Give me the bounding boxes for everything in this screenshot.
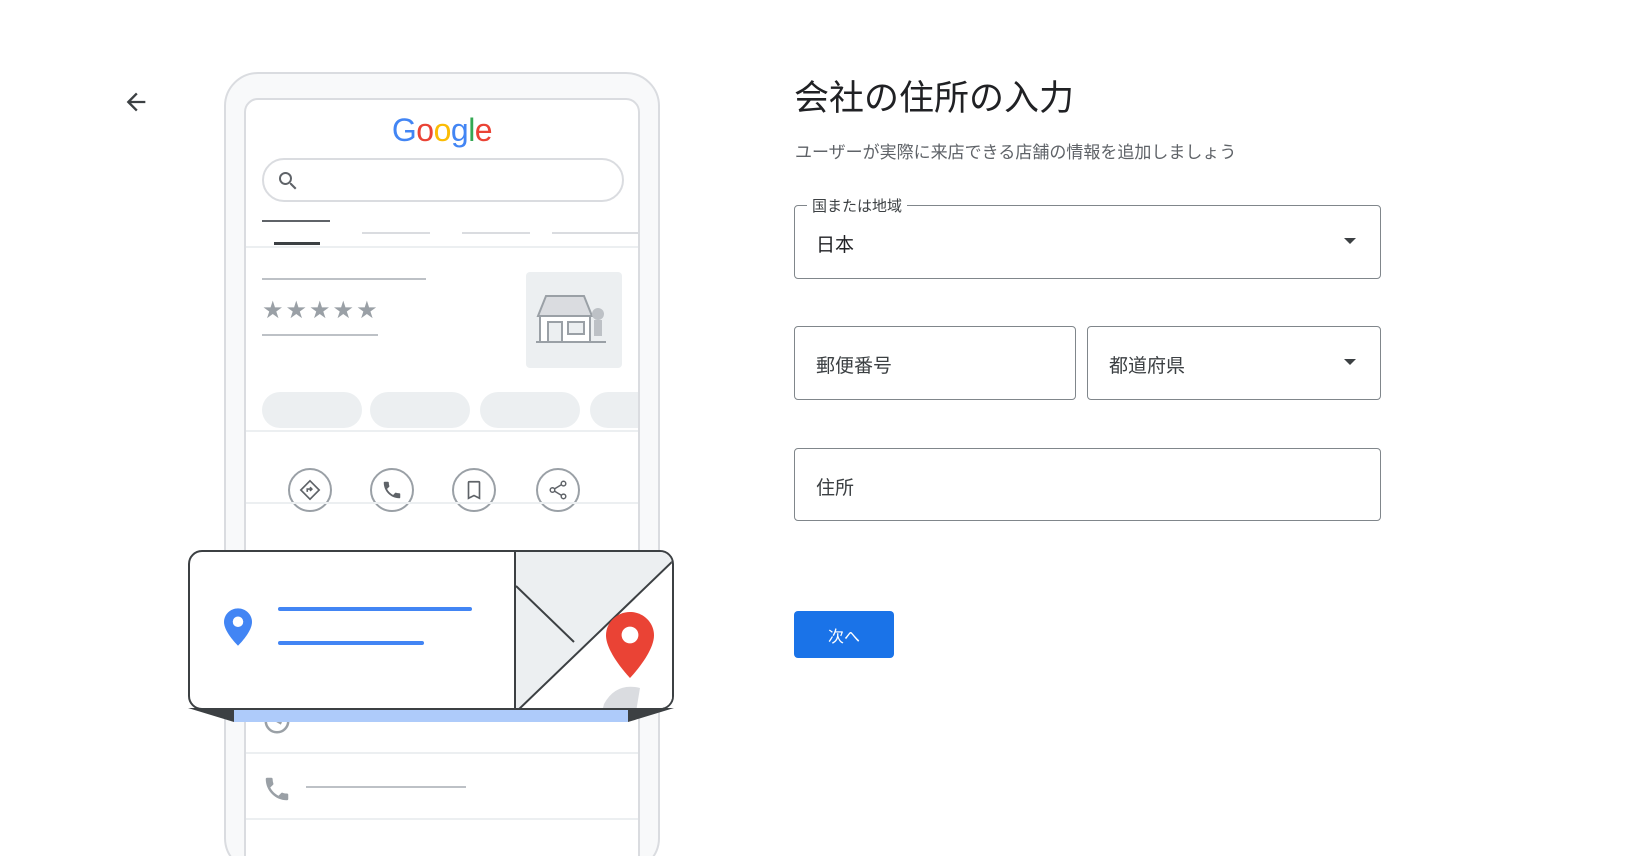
storefront-icon	[536, 295, 606, 343]
call-action	[370, 468, 414, 512]
country-select-label: 国または地域	[807, 195, 908, 216]
country-select[interactable]: 国または地域 日本	[794, 195, 1381, 279]
phone-icon	[383, 481, 401, 499]
back-button[interactable]	[122, 88, 150, 116]
placeholder-line	[278, 607, 472, 611]
map-pin-icon	[606, 612, 654, 678]
divider	[246, 246, 638, 248]
directions-icon	[299, 479, 321, 501]
store-thumbnail	[526, 272, 622, 368]
postal-code-input[interactable]: 郵便番号	[794, 326, 1076, 400]
placeholder-line	[262, 278, 426, 280]
search-icon	[279, 172, 297, 190]
illustration-tab	[362, 232, 430, 234]
placeholder-line	[262, 334, 378, 336]
phone-screen: Google ★★★★★	[244, 98, 640, 856]
location-pin-icon	[224, 608, 252, 646]
illustration-tab	[462, 232, 530, 234]
directions-action	[288, 468, 332, 512]
arrow-back-icon	[126, 92, 146, 112]
page-title: 会社の住所の入力	[794, 79, 1075, 119]
phone-illustration: Google ★★★★★	[180, 60, 680, 856]
divider	[246, 818, 638, 820]
illustration-search-bar	[262, 158, 624, 202]
divider	[246, 430, 638, 432]
card-shadow	[628, 708, 674, 722]
placeholder-line	[306, 786, 466, 788]
card-highlight-band	[234, 708, 628, 722]
share-action	[536, 468, 580, 512]
divider	[246, 502, 638, 504]
prefecture-select[interactable]: 都道府県	[1087, 326, 1381, 400]
address-input[interactable]: 住所	[794, 448, 1381, 521]
country-select-value: 日本	[816, 234, 855, 256]
prefecture-placeholder: 都道府県	[1109, 355, 1186, 377]
chip	[262, 392, 362, 428]
page-subtitle: ユーザーが実際に来店できる店舗の情報を追加しましょう	[795, 143, 1237, 163]
address-card-illustration	[188, 550, 674, 710]
bookmark-icon	[467, 480, 481, 500]
address-placeholder: 住所	[816, 477, 855, 499]
illustration-tab-indicator	[274, 242, 320, 245]
share-icon	[549, 480, 567, 500]
chip	[480, 392, 580, 428]
divider	[246, 752, 638, 754]
postal-code-placeholder: 郵便番号	[816, 355, 893, 377]
chip	[370, 392, 470, 428]
illustration-tab	[262, 220, 330, 222]
save-action	[452, 468, 496, 512]
google-logo: Google	[391, 112, 493, 148]
map-tile	[514, 552, 672, 708]
placeholder-line	[278, 641, 424, 645]
next-button[interactable]: 次へ	[794, 611, 894, 658]
illustration-tab	[552, 232, 638, 234]
dropdown-arrow-icon	[1344, 359, 1356, 365]
card-shadow	[188, 708, 234, 722]
dropdown-arrow-icon	[1344, 238, 1356, 244]
chip	[590, 392, 638, 428]
rating-stars: ★★★★★	[262, 296, 380, 324]
phone-icon	[265, 777, 289, 801]
